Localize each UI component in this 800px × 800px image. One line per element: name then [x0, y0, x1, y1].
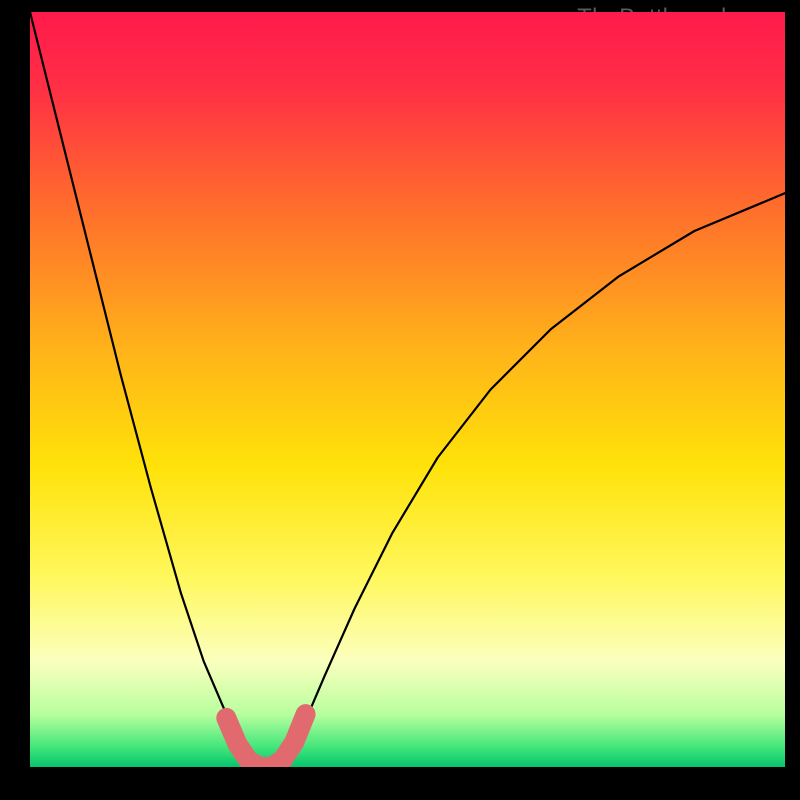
plot-background	[30, 12, 785, 767]
chart-canvas: TheBottleneck.com	[0, 0, 800, 800]
plot-svg	[30, 12, 785, 767]
